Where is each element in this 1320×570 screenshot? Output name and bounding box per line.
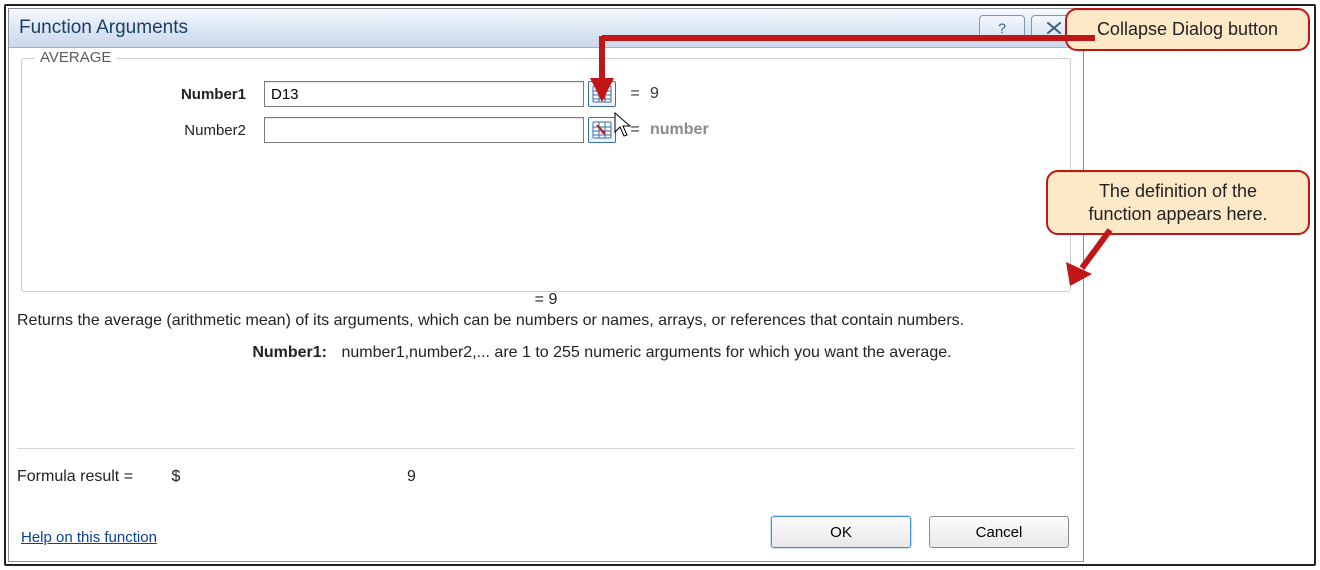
equals-sign: = [620,121,650,139]
callout-collapse-dialog: Collapse Dialog button [1065,8,1310,51]
help-button[interactable]: ? [979,15,1025,41]
dialog-buttons: OK Cancel [771,516,1069,548]
arg1-eval: 9 [650,85,1058,103]
arg1-input[interactable] [264,81,584,107]
function-description: Returns the average (arithmetic mean) of… [17,310,1075,332]
callout-function-definition: The definition of the function appears h… [1046,170,1310,235]
titlebar: Function Arguments ? [9,9,1083,48]
function-name-legend: AVERAGE [34,49,117,66]
help-on-this-function-link[interactable]: Help on this function [21,529,157,546]
collapse-dialog-button-1[interactable] [588,81,616,107]
intermediate-result: = 9 [22,291,1070,309]
collapse-dialog-icon [592,85,612,103]
arg2-eval: number [650,121,1058,139]
close-icon [1046,22,1062,34]
formula-result-label: Formula result = [17,468,167,486]
ok-button[interactable]: OK [771,516,911,548]
collapse-dialog-icon [592,121,612,139]
function-arguments-dialog: Function Arguments ? AVERAGE Number1 [8,8,1084,562]
dialog-title: Function Arguments [19,17,973,39]
arg2-input[interactable] [264,117,584,143]
arguments-group: AVERAGE Number1 [21,58,1071,292]
argument-description-label: Number1: [17,344,337,362]
argument-description: Number1: number1,number2,... are 1 to 25… [17,344,1075,362]
formula-result-value: 9 [216,468,416,486]
separator [17,448,1075,449]
formula-result-currency: $ [171,468,211,486]
question-icon: ? [998,20,1006,36]
arg1-label: Number1 [44,86,264,103]
arg2-label: Number2 [44,122,264,139]
argument-description-text: number1,number2,... are 1 to 255 numeric… [341,344,951,361]
formula-result: Formula result = $ 9 [17,468,416,486]
cancel-button[interactable]: Cancel [929,516,1069,548]
dialog-body: AVERAGE Number1 [9,48,1083,562]
equals-sign: = [620,85,650,103]
collapse-dialog-button-2[interactable] [588,117,616,143]
